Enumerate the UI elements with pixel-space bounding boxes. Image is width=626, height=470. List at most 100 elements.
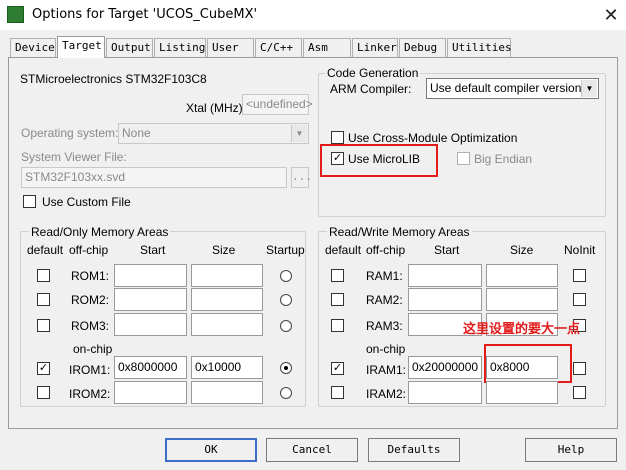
use-microlib-checkbox[interactable]: ✓ bbox=[331, 152, 344, 165]
ram2-noinit-checkbox[interactable] bbox=[573, 293, 586, 306]
xtal-label: Xtal (MHz): bbox=[186, 101, 246, 115]
tab-user[interactable]: User bbox=[207, 38, 254, 57]
os-select[interactable]: None ▼ bbox=[118, 123, 309, 144]
cross-module-checkbox[interactable] bbox=[331, 131, 344, 144]
arm-compiler-value: Use default compiler version 5 bbox=[430, 81, 592, 95]
iram2-default-checkbox[interactable] bbox=[331, 386, 344, 399]
svd-label: System Viewer File: bbox=[21, 150, 127, 164]
tab-debug[interactable]: Debug bbox=[399, 38, 446, 57]
annotation-text: 这里设置的要大一点 bbox=[463, 322, 581, 337]
keil-app-icon bbox=[7, 6, 24, 23]
rom2-size-input[interactable] bbox=[191, 288, 263, 311]
rw-header-noinit: NoInit bbox=[564, 243, 596, 257]
rw-memory-title: Read/Write Memory Areas bbox=[327, 225, 472, 239]
rom3-size-input[interactable] bbox=[191, 313, 263, 336]
tab-utilities[interactable]: Utilities bbox=[447, 38, 512, 57]
tab-device[interactable]: Device bbox=[10, 38, 56, 57]
rw-header-start: Start bbox=[434, 243, 460, 257]
rom2-label: ROM2: bbox=[71, 293, 110, 307]
ram1-default-checkbox[interactable] bbox=[331, 269, 344, 282]
defaults-button[interactable]: Defaults bbox=[368, 438, 460, 462]
irom1-size-input[interactable]: 0x10000 bbox=[191, 356, 263, 379]
device-name: STMicroelectronics STM32F103C8 bbox=[20, 72, 207, 86]
rom1-default-checkbox[interactable] bbox=[37, 269, 50, 282]
cancel-button[interactable]: Cancel bbox=[266, 438, 358, 462]
irom1-startup-radio[interactable] bbox=[280, 362, 292, 374]
rom3-label: ROM3: bbox=[71, 319, 110, 333]
use-microlib-label: Use MicroLIB bbox=[348, 152, 421, 166]
iram1-size-highlight bbox=[484, 344, 572, 383]
window-title: Options for Target 'UCOS_CubeMX' bbox=[32, 7, 258, 22]
chevron-down-icon: ▼ bbox=[291, 125, 307, 142]
rom1-start-input[interactable] bbox=[114, 264, 187, 287]
ram1-label: RAM1: bbox=[366, 269, 403, 283]
rom1-size-input[interactable] bbox=[191, 264, 263, 287]
tab-linker[interactable]: Linker bbox=[352, 38, 398, 57]
ram2-start-input[interactable] bbox=[408, 288, 482, 311]
tab-target[interactable]: Target bbox=[57, 36, 105, 58]
svd-input[interactable]: STM32F103xx.svd bbox=[21, 167, 287, 188]
iram2-noinit-checkbox[interactable] bbox=[573, 386, 586, 399]
ro-memory-title: Read/Only Memory Areas bbox=[29, 225, 171, 239]
irom1-default-checkbox[interactable]: ✓ bbox=[37, 362, 50, 375]
ram1-start-input[interactable] bbox=[408, 264, 482, 287]
os-select-value: None bbox=[122, 126, 151, 140]
arm-compiler-label: ARM Compiler: bbox=[330, 82, 412, 96]
big-endian-label: Big Endian bbox=[474, 152, 533, 166]
irom2-default-checkbox[interactable] bbox=[37, 386, 50, 399]
svd-browse-button[interactable]: ... bbox=[291, 167, 312, 188]
rw-header-default: default bbox=[325, 243, 362, 257]
tab-listing[interactable]: Listing bbox=[154, 38, 206, 57]
rom2-startup-radio[interactable] bbox=[280, 294, 292, 306]
ro-header-size: Size bbox=[212, 243, 236, 257]
irom2-start-input[interactable] bbox=[114, 381, 187, 404]
ro-header-start: Start bbox=[140, 243, 166, 257]
irom1-label: IROM1: bbox=[69, 363, 111, 377]
tab-c-cpp[interactable]: C/C++ bbox=[255, 38, 302, 57]
rom1-startup-radio[interactable] bbox=[280, 270, 292, 282]
ro-header-startup: Startup bbox=[266, 243, 305, 257]
iram1-start-input[interactable]: 0x20000000 bbox=[408, 356, 482, 379]
chevron-down-icon: ▼ bbox=[581, 80, 597, 97]
iram2-start-input[interactable] bbox=[408, 381, 482, 404]
rom2-default-checkbox[interactable] bbox=[37, 293, 50, 306]
rom2-start-input[interactable] bbox=[114, 288, 187, 311]
ram2-default-checkbox[interactable] bbox=[331, 293, 344, 306]
ram3-default-checkbox[interactable] bbox=[331, 319, 344, 332]
tab-asm[interactable]: Asm bbox=[303, 38, 351, 57]
help-button[interactable]: Help bbox=[525, 438, 617, 462]
close-icon[interactable]: ✕ bbox=[599, 3, 623, 27]
tab-output[interactable]: Output bbox=[106, 38, 153, 57]
arm-compiler-select[interactable]: Use default compiler version 5 ▼ bbox=[426, 78, 599, 99]
ro-header-default: default bbox=[27, 243, 64, 257]
os-label: Operating system: bbox=[21, 126, 119, 140]
irom2-label: IROM2: bbox=[69, 387, 111, 401]
rom3-start-input[interactable] bbox=[114, 313, 187, 336]
ok-button[interactable]: OK bbox=[165, 438, 257, 462]
cross-module-label: Use Cross-Module Optimization bbox=[348, 131, 518, 145]
xtal-input[interactable]: <undefined> bbox=[242, 94, 313, 115]
ram1-size-input[interactable] bbox=[486, 264, 558, 287]
iram1-noinit-checkbox[interactable] bbox=[573, 362, 586, 375]
ram2-label: RAM2: bbox=[366, 293, 403, 307]
big-endian-checkbox[interactable] bbox=[457, 152, 470, 165]
ram3-label: RAM3: bbox=[366, 319, 403, 333]
irom2-startup-radio[interactable] bbox=[280, 387, 292, 399]
iram1-default-checkbox[interactable]: ✓ bbox=[331, 362, 344, 375]
rw-header-offchip: off-chip bbox=[366, 243, 406, 257]
irom2-size-input[interactable] bbox=[191, 381, 263, 404]
rom3-startup-radio[interactable] bbox=[280, 320, 292, 332]
rw-onchip-label: on-chip bbox=[366, 342, 406, 356]
irom1-start-input[interactable]: 0x8000000 bbox=[114, 356, 187, 379]
use-custom-file-checkbox[interactable] bbox=[23, 195, 36, 208]
ro-onchip-label: on-chip bbox=[73, 342, 113, 356]
iram2-size-input[interactable] bbox=[486, 381, 558, 404]
rw-header-size: Size bbox=[510, 243, 534, 257]
iram2-label: IRAM2: bbox=[366, 387, 407, 401]
rom3-default-checkbox[interactable] bbox=[37, 319, 50, 332]
code-generation-title: Code Generation bbox=[325, 66, 421, 80]
use-custom-file-label: Use Custom File bbox=[42, 195, 131, 209]
ram2-size-input[interactable] bbox=[486, 288, 558, 311]
iram1-label: IRAM1: bbox=[366, 363, 407, 377]
ram1-noinit-checkbox[interactable] bbox=[573, 269, 586, 282]
